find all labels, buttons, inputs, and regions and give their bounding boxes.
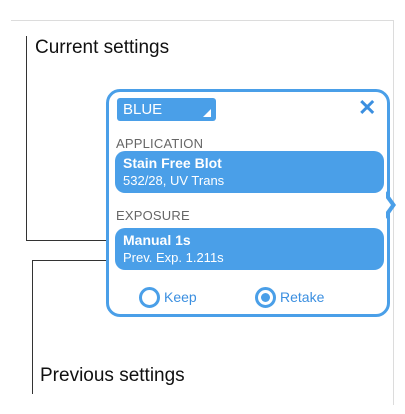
radio-selected-dot [261, 292, 270, 302]
keep-radio-circle [139, 286, 160, 308]
previous-callout-vertical-line [32, 260, 33, 394]
exposure-setting-card[interactable]: Manual 1s Prev. Exp. 1.211s [115, 228, 384, 270]
current-callout-horizontal-line [26, 240, 114, 241]
application-details: 532/28, UV Trans [123, 173, 225, 188]
exposure-section-title: EXPOSURE [116, 208, 190, 223]
retake-radio[interactable]: Retake [255, 283, 324, 311]
close-icon[interactable]: ✕ [358, 97, 376, 119]
exposure-current: Manual 1s [123, 232, 191, 248]
retake-radio-label: Retake [280, 289, 325, 305]
previous-settings-label: Previous settings [40, 365, 185, 386]
keep-radio-label: Keep [164, 289, 197, 305]
current-callout-vertical-line [26, 36, 27, 240]
frame-top-border [11, 20, 393, 21]
retake-radio-circle [255, 286, 276, 308]
dropdown-corner-icon [203, 109, 211, 117]
application-section-title: APPLICATION [116, 136, 204, 151]
application-setting-card[interactable]: Stain Free Blot 532/28, UV Trans [115, 151, 384, 193]
popup-pointer-inner [383, 194, 391, 216]
keep-radio[interactable]: Keep [139, 283, 197, 311]
current-settings-label: Current settings [35, 37, 170, 58]
exposure-previous: Prev. Exp. 1.211s [123, 250, 224, 265]
channel-dropdown-value: BLUE [123, 101, 163, 118]
application-name: Stain Free Blot [123, 155, 222, 171]
previous-callout-horizontal-line [32, 260, 112, 261]
channel-dropdown[interactable]: BLUE [117, 98, 216, 121]
